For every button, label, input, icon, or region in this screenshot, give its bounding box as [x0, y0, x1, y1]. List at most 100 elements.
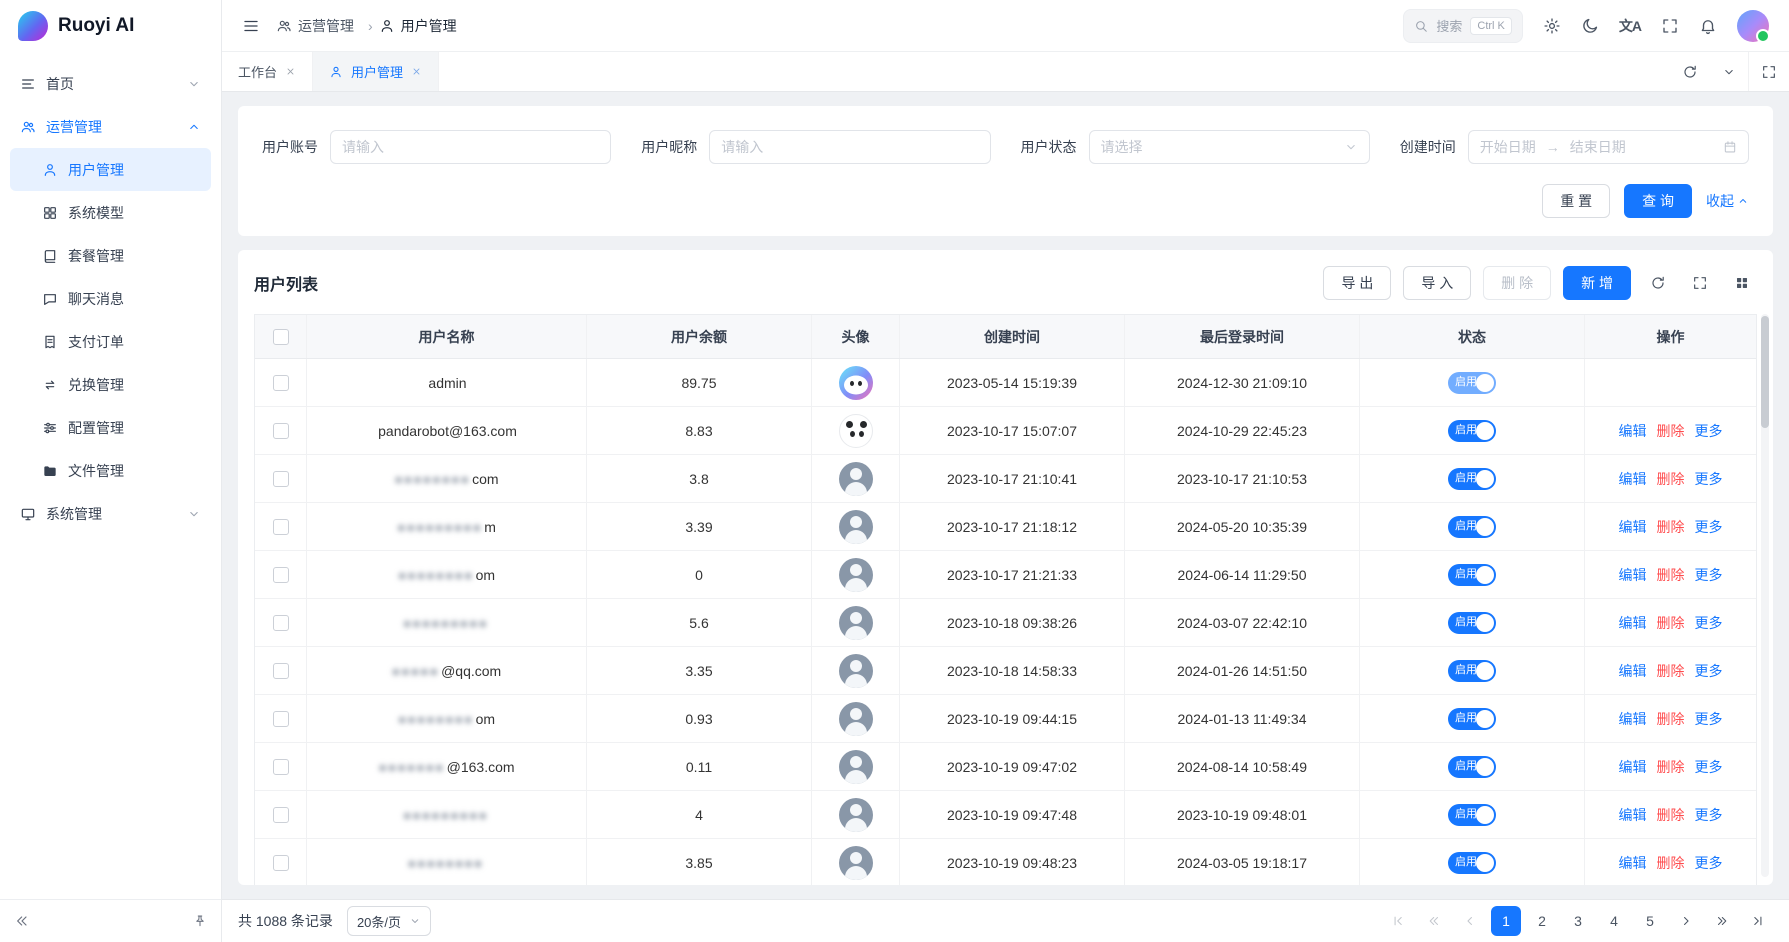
delete-link[interactable]: 删除	[1657, 421, 1685, 441]
tab-user-management[interactable]: 用户管理	[313, 52, 439, 91]
delete-link[interactable]: 删除	[1657, 565, 1685, 585]
close-icon[interactable]	[285, 66, 296, 77]
row-checkbox[interactable]	[273, 519, 289, 535]
page-number-button[interactable]: 3	[1563, 906, 1593, 936]
table-scrollbar[interactable]	[1761, 314, 1769, 877]
delete-link[interactable]: 删除	[1657, 661, 1685, 681]
nickname-input[interactable]	[721, 139, 978, 155]
status-toggle[interactable]: 启用	[1448, 612, 1496, 634]
hamburger-icon[interactable]	[242, 17, 260, 35]
more-link[interactable]: 更多	[1695, 421, 1723, 441]
delete-link[interactable]: 删除	[1657, 517, 1685, 537]
status-toggle[interactable]: 启用	[1448, 708, 1496, 730]
more-link[interactable]: 更多	[1695, 709, 1723, 729]
status-toggle[interactable]: 启用	[1448, 804, 1496, 826]
row-checkbox[interactable]	[273, 855, 289, 871]
row-checkbox[interactable]	[273, 567, 289, 583]
pin-icon[interactable]	[193, 914, 207, 928]
date-range-picker[interactable]: 开始日期 结束日期	[1468, 130, 1749, 164]
collapse-filter-link[interactable]: 收起	[1706, 191, 1749, 211]
delete-link[interactable]: 删除	[1657, 805, 1685, 825]
edit-link[interactable]: 编辑	[1619, 661, 1647, 681]
language-icon[interactable]: 文A	[1619, 16, 1641, 36]
prev-page-button[interactable]	[1455, 906, 1485, 936]
sidebar-item-system-model[interactable]: 系统模型	[10, 191, 211, 234]
column-settings-icon[interactable]	[1727, 268, 1757, 298]
row-checkbox[interactable]	[273, 375, 289, 391]
more-link[interactable]: 更多	[1695, 661, 1723, 681]
add-button[interactable]: 新 增	[1563, 266, 1631, 300]
sidebar-item-file-management[interactable]: 文件管理	[10, 449, 211, 492]
refresh-table-icon[interactable]	[1643, 268, 1673, 298]
sidebar-item-exchange-management[interactable]: 兑换管理	[10, 363, 211, 406]
content-fullscreen-icon[interactable]	[1748, 52, 1789, 91]
status-toggle[interactable]: 启用	[1448, 852, 1496, 874]
user-avatar[interactable]	[1737, 10, 1769, 42]
sidebar-item-chat-messages[interactable]: 聊天消息	[10, 277, 211, 320]
dark-mode-icon[interactable]	[1581, 17, 1599, 35]
more-link[interactable]: 更多	[1695, 613, 1723, 633]
status-toggle[interactable]: 启用	[1448, 756, 1496, 778]
sidebar-item-system-management[interactable]: 系统管理	[10, 492, 211, 535]
sidebar-item-config-management[interactable]: 配置管理	[10, 406, 211, 449]
sidebar-item-package-management[interactable]: 套餐管理	[10, 234, 211, 277]
edit-link[interactable]: 编辑	[1619, 709, 1647, 729]
reset-button[interactable]: 重 置	[1542, 184, 1610, 218]
delete-button[interactable]: 删 除	[1483, 266, 1551, 300]
sidebar-item-user-management[interactable]: 用户管理	[10, 148, 211, 191]
delete-link[interactable]: 删除	[1657, 613, 1685, 633]
row-checkbox[interactable]	[273, 711, 289, 727]
first-page-button[interactable]	[1383, 906, 1413, 936]
page-number-button[interactable]: 1	[1491, 906, 1521, 936]
sidebar-item-operations[interactable]: 运营管理	[10, 105, 211, 148]
app-logo[interactable]: Ruoyi AI	[0, 0, 221, 52]
delete-link[interactable]: 删除	[1657, 709, 1685, 729]
more-link[interactable]: 更多	[1695, 757, 1723, 777]
table-fullscreen-icon[interactable]	[1685, 268, 1715, 298]
edit-link[interactable]: 编辑	[1619, 469, 1647, 489]
page-number-button[interactable]: 4	[1599, 906, 1629, 936]
status-toggle[interactable]: 启用	[1448, 372, 1496, 394]
more-link[interactable]: 更多	[1695, 805, 1723, 825]
jump-prev-button[interactable]	[1419, 906, 1449, 936]
delete-link[interactable]: 删除	[1657, 757, 1685, 777]
status-toggle[interactable]: 启用	[1448, 516, 1496, 538]
next-page-button[interactable]	[1671, 906, 1701, 936]
page-size-select[interactable]: 20条/页	[347, 906, 431, 936]
breadcrumb-user-management[interactable]: 用户管理	[379, 16, 457, 36]
settings-icon[interactable]	[1543, 17, 1561, 35]
close-icon[interactable]	[411, 66, 422, 77]
global-search[interactable]: 搜索 Ctrl K	[1403, 9, 1523, 43]
status-select[interactable]: 请选择	[1089, 130, 1370, 164]
status-toggle[interactable]: 启用	[1448, 660, 1496, 682]
delete-link[interactable]: 删除	[1657, 853, 1685, 873]
status-toggle[interactable]: 启用	[1448, 564, 1496, 586]
sidebar-item-home[interactable]: 首页	[10, 62, 211, 105]
export-button[interactable]: 导 出	[1323, 266, 1391, 300]
refresh-page-icon[interactable]	[1670, 52, 1710, 91]
edit-link[interactable]: 编辑	[1619, 565, 1647, 585]
query-button[interactable]: 查 询	[1624, 184, 1692, 218]
tab-workbench[interactable]: 工作台	[222, 52, 313, 91]
account-input[interactable]	[342, 139, 599, 155]
scrollbar-thumb[interactable]	[1761, 316, 1769, 428]
page-number-button[interactable]: 5	[1635, 906, 1665, 936]
more-link[interactable]: 更多	[1695, 517, 1723, 537]
status-toggle[interactable]: 启用	[1448, 420, 1496, 442]
more-link[interactable]: 更多	[1695, 853, 1723, 873]
edit-link[interactable]: 编辑	[1619, 757, 1647, 777]
collapse-sidebar-icon[interactable]	[14, 913, 30, 929]
row-checkbox[interactable]	[273, 423, 289, 439]
notifications-bell-icon[interactable]	[1699, 17, 1717, 35]
edit-link[interactable]: 编辑	[1619, 421, 1647, 441]
delete-link[interactable]: 删除	[1657, 469, 1685, 489]
edit-link[interactable]: 编辑	[1619, 805, 1647, 825]
edit-link[interactable]: 编辑	[1619, 853, 1647, 873]
tabs-menu-chevron-icon[interactable]	[1710, 52, 1748, 91]
import-button[interactable]: 导 入	[1403, 266, 1471, 300]
fullscreen-icon[interactable]	[1661, 17, 1679, 35]
row-checkbox[interactable]	[273, 471, 289, 487]
row-checkbox[interactable]	[273, 759, 289, 775]
breadcrumb-operations[interactable]: 运营管理	[276, 16, 373, 36]
sidebar-item-payment-orders[interactable]: 支付订单	[10, 320, 211, 363]
